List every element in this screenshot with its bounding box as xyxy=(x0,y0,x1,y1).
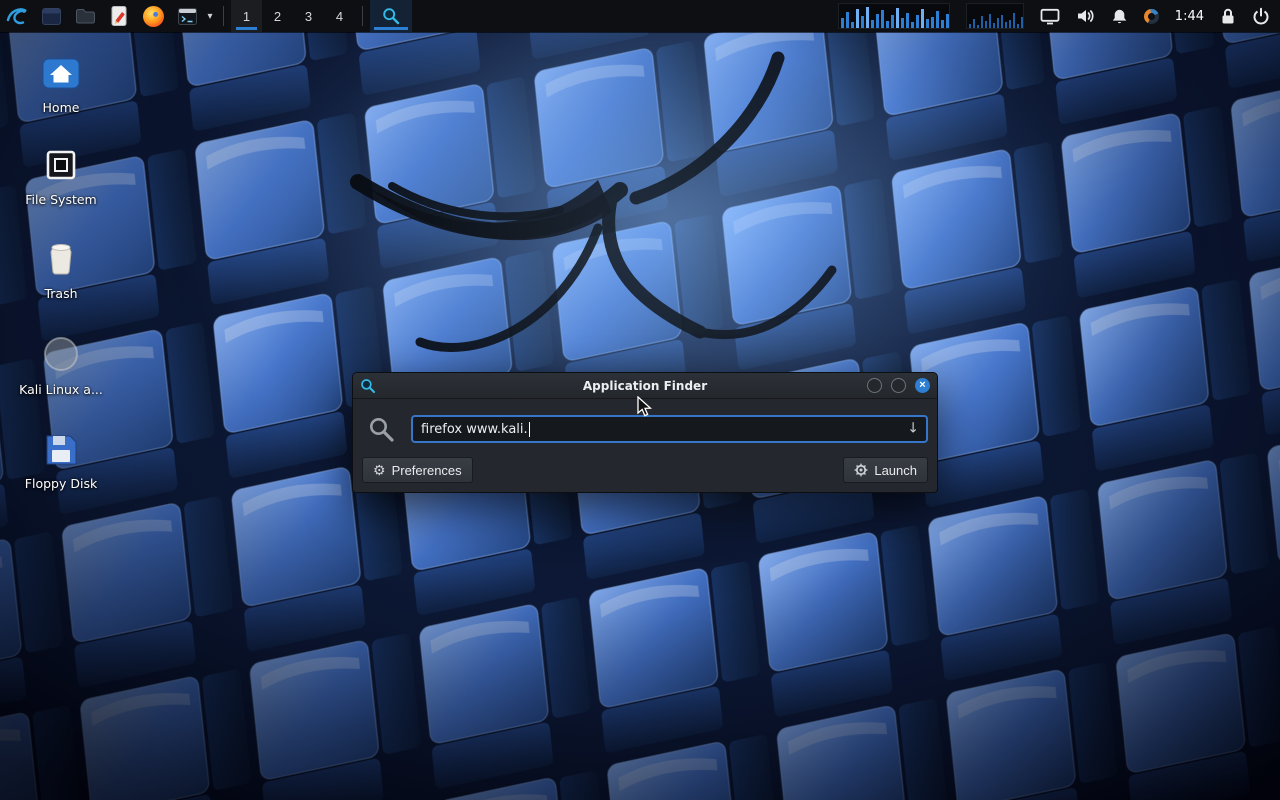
launcher-file-manager[interactable] xyxy=(68,0,102,32)
close-button[interactable]: × xyxy=(915,378,930,393)
desktop-icon-trash[interactable]: Trash xyxy=(18,240,104,301)
firefox-icon xyxy=(143,6,164,27)
desktop-icon-home[interactable]: Home xyxy=(18,56,104,115)
panel-tray: 1:44 xyxy=(838,3,1280,29)
panel-clock[interactable]: 1:44 xyxy=(1175,9,1204,24)
notifications-tray-button[interactable] xyxy=(1111,8,1128,25)
search-input[interactable]: firefox www.kali. ↓ xyxy=(411,415,928,443)
folder-icon xyxy=(75,7,96,25)
desktop-icon-label: File System xyxy=(25,192,97,207)
network-graph-widget[interactable] xyxy=(966,3,1024,29)
home-icon xyxy=(40,56,82,92)
desktop-icon-kali-docs[interactable]: Kali Linux a... xyxy=(18,334,104,397)
desktop-icon-list: Home File System Trash Kali Linux a... xyxy=(18,56,104,491)
status-tray-button[interactable] xyxy=(1144,9,1159,24)
titlebar[interactable]: Application Finder × xyxy=(353,373,937,399)
application-finder-window: Application Finder × firefox www.kali. ↓ xyxy=(352,372,938,493)
file-system-icon xyxy=(41,148,81,184)
text-editor-icon xyxy=(109,5,129,27)
search-input-text: firefox www.kali. xyxy=(421,422,528,437)
logout-button[interactable] xyxy=(1252,7,1270,25)
preferences-button[interactable]: ⚙ Preferences xyxy=(362,457,473,483)
text-caret xyxy=(529,422,530,437)
cpu-graph-widget[interactable] xyxy=(838,3,950,29)
launch-button[interactable]: Launch xyxy=(843,457,928,483)
launch-run-icon xyxy=(854,463,868,477)
desktop-icon-label: Trash xyxy=(44,286,77,301)
desktop-icon-label: Floppy Disk xyxy=(25,476,97,491)
search-icon xyxy=(368,416,395,443)
gear-icon: ⚙ xyxy=(373,463,386,477)
volume-icon xyxy=(1076,8,1095,24)
workspace-3[interactable]: 3 xyxy=(293,0,324,32)
desktop-icon-floppy-disk[interactable]: Floppy Disk xyxy=(18,430,104,491)
maximize-button[interactable] xyxy=(891,378,906,393)
close-icon: × xyxy=(919,380,925,391)
workspace-4[interactable]: 4 xyxy=(324,0,355,32)
panel-separator xyxy=(362,6,363,26)
window-title: Application Finder xyxy=(353,379,937,393)
desktop-icon-label: Kali Linux a... xyxy=(19,382,103,397)
minimize-button[interactable] xyxy=(867,378,882,393)
launcher-window[interactable] xyxy=(34,0,68,32)
power-icon xyxy=(1252,7,1270,25)
launcher-terminal[interactable] xyxy=(170,0,204,32)
expand-arrow-icon[interactable]: ↓ xyxy=(907,420,919,436)
desktop: ▾ 1 2 3 4 xyxy=(0,0,1280,800)
kali-menu-icon xyxy=(5,4,29,28)
kali-docs-icon xyxy=(41,334,81,374)
launcher-firefox[interactable] xyxy=(136,0,170,32)
preferences-button-label: Preferences xyxy=(392,463,462,478)
launch-button-label: Launch xyxy=(874,463,917,478)
dialog-body: firefox www.kali. ↓ ⚙ Preferences Laun xyxy=(353,399,937,492)
application-finder-icon xyxy=(382,7,400,25)
bell-icon xyxy=(1111,8,1128,25)
window-buttons: × xyxy=(867,378,930,393)
lock-screen-button[interactable] xyxy=(1220,7,1236,25)
display-tray-button[interactable] xyxy=(1040,8,1060,25)
lock-icon xyxy=(1220,7,1236,25)
launcher-dropdown-chevron-icon[interactable]: ▾ xyxy=(204,11,216,22)
terminal-icon xyxy=(177,7,198,26)
taskbar-application-finder[interactable] xyxy=(370,0,412,32)
volume-tray-button[interactable] xyxy=(1076,8,1095,24)
applications-menu-button[interactable] xyxy=(0,0,34,32)
desktop-icon-label: Home xyxy=(43,100,80,115)
workspace-1[interactable]: 1 xyxy=(231,0,262,32)
panel-separator xyxy=(223,6,224,26)
workspace-2[interactable]: 2 xyxy=(262,0,293,32)
workspace-switcher: 1 2 3 4 xyxy=(231,0,355,32)
trash-icon xyxy=(41,240,81,278)
launcher-text-editor[interactable] xyxy=(102,0,136,32)
status-indicator-icon xyxy=(1144,9,1159,24)
top-panel: ▾ 1 2 3 4 xyxy=(0,0,1280,32)
floppy-disk-icon xyxy=(41,430,81,468)
display-icon xyxy=(1040,8,1060,25)
window-icon xyxy=(41,6,62,27)
desktop-icon-file-system[interactable]: File System xyxy=(18,148,104,207)
